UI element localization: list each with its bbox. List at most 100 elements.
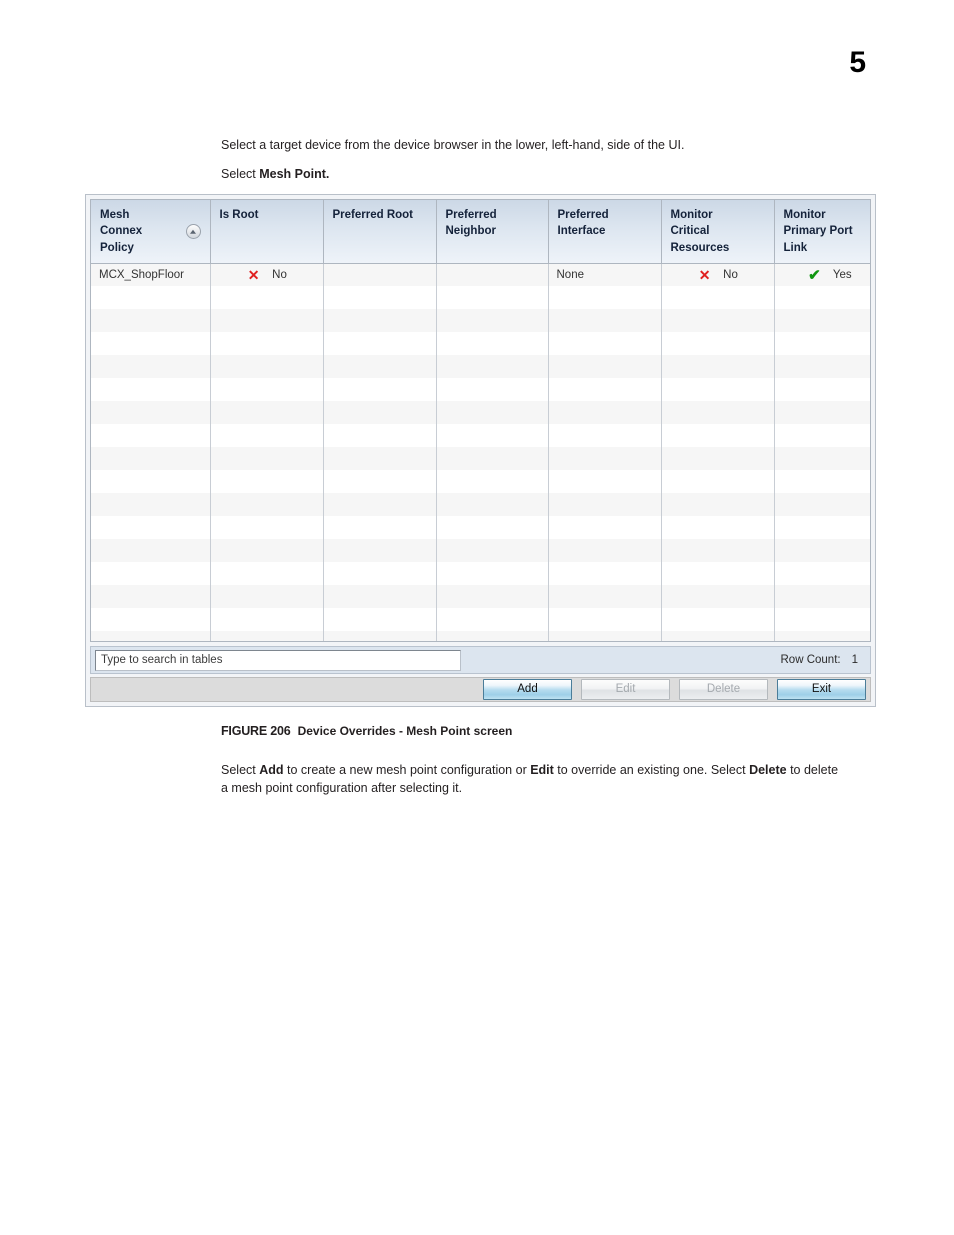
cell-preferred_interface — [548, 401, 662, 425]
cell-is_root — [210, 470, 324, 494]
cell-monitor_critical_resources: ✕ No — [661, 263, 775, 287]
cell-mesh_connex_policy — [91, 401, 211, 425]
cell-preferred_neighbor — [436, 585, 549, 609]
search-input[interactable] — [95, 649, 461, 671]
cell-monitor_primary_port_link — [774, 539, 870, 563]
cell-mesh_connex_policy — [91, 585, 211, 609]
delete-button: Delete — [679, 679, 768, 701]
cell-preferred_neighbor — [436, 378, 549, 402]
cell-monitor_critical_resources — [661, 286, 775, 310]
column-header-4[interactable]: Preferred Interface — [548, 200, 662, 264]
table-row-empty — [91, 470, 870, 494]
cell-preferred_root — [323, 263, 437, 287]
figure-label: FIGURE 206 — [221, 724, 291, 738]
cell-is_root — [210, 332, 324, 356]
row-count: Row Count: 1 — [781, 654, 859, 666]
cell-preferred_root — [323, 332, 437, 356]
cell-preferred_neighbor — [436, 332, 549, 356]
cell-mesh_connex_policy — [91, 447, 211, 471]
cell-monitor_critical_resources — [661, 378, 775, 402]
cell-mesh_connex_policy — [91, 332, 211, 356]
cell-preferred_interface: None — [548, 263, 662, 287]
table-row-empty — [91, 447, 870, 471]
column-header-2[interactable]: Preferred Root — [323, 200, 437, 264]
cell-preferred_neighbor — [436, 355, 549, 379]
cell-value: ✕ No — [219, 268, 315, 282]
column-header-3[interactable]: Preferred Neighbor — [436, 200, 549, 264]
cell-monitor_primary_port_link — [774, 309, 870, 333]
table-row-empty — [91, 355, 870, 379]
cell-value: ✕ No — [670, 268, 766, 282]
cell-monitor_critical_resources — [661, 631, 775, 641]
cell-is_root — [210, 286, 324, 310]
column-header-6[interactable]: Monitor Primary Port Link — [774, 200, 870, 264]
check-icon: ✔ — [808, 266, 821, 284]
cell-monitor_primary_port_link — [774, 286, 870, 310]
cell-preferred_root — [323, 608, 437, 632]
cell-preferred_neighbor — [436, 493, 549, 517]
cell-text: No — [723, 268, 738, 281]
cell-preferred_interface — [548, 332, 662, 356]
cell-preferred_interface — [548, 539, 662, 563]
cell-mesh_connex_policy — [91, 493, 211, 517]
cell-preferred_root — [323, 424, 437, 448]
table-row[interactable]: MCX_ShopFloor ✕ No None ✕ No ✔ Yes — [91, 263, 870, 287]
cell-preferred_root — [323, 631, 437, 641]
table-body: MCX_ShopFloor ✕ No None ✕ No ✔ Yes — [91, 263, 870, 641]
cell-preferred_interface — [548, 493, 662, 517]
cell-mesh_connex_policy — [91, 631, 211, 641]
cell-monitor_primary_port_link — [774, 355, 870, 379]
cell-monitor_primary_port_link — [774, 470, 870, 494]
cell-preferred_neighbor — [436, 562, 549, 586]
cell-monitor_critical_resources — [661, 332, 775, 356]
cell-monitor_primary_port_link — [774, 516, 870, 540]
cell-monitor_critical_resources — [661, 447, 775, 471]
cell-is_root — [210, 608, 324, 632]
cell-preferred_interface — [548, 516, 662, 540]
cell-preferred_neighbor — [436, 516, 549, 540]
mesh-point-table-container: Mesh Connex Policy Is Root Preferred Root P… — [90, 199, 871, 642]
cell-preferred_interface — [548, 608, 662, 632]
cell-mesh_connex_policy — [91, 608, 211, 632]
cell-mesh_connex_policy — [91, 539, 211, 563]
cell-preferred_interface — [548, 631, 662, 641]
cell-monitor_primary_port_link — [774, 447, 870, 471]
intro-line-2-prefix: Select — [221, 167, 260, 181]
cell-preferred_root — [323, 539, 437, 563]
cell-mesh_connex_policy — [91, 286, 211, 310]
outro-seg-2: to create a new mesh point configuration… — [283, 763, 531, 777]
cell-mesh_connex_policy — [91, 516, 211, 540]
cell-preferred_neighbor — [436, 608, 549, 632]
exit-button[interactable]: Exit — [777, 679, 866, 701]
table-row-empty — [91, 631, 870, 641]
column-header-5[interactable]: Monitor Critical Resources — [661, 200, 775, 264]
cell-monitor_primary_port_link — [774, 378, 870, 402]
cell-monitor_critical_resources — [661, 608, 775, 632]
cell-text: Yes — [832, 269, 852, 282]
cell-preferred_root — [323, 493, 437, 517]
cell-preferred_interface — [548, 286, 662, 310]
cell-monitor_critical_resources — [661, 539, 775, 563]
table-row-empty — [91, 562, 870, 586]
add-button[interactable]: Add — [483, 679, 572, 701]
cell-preferred_interface — [548, 585, 662, 609]
row-count-value: 1 — [851, 654, 858, 667]
cell-is_root — [210, 493, 324, 517]
table-row-empty — [91, 378, 870, 402]
cell-monitor_primary_port_link — [774, 493, 870, 517]
cell-is_root — [210, 309, 324, 333]
sort-ascending-icon[interactable] — [185, 224, 201, 239]
column-header-0[interactable]: Mesh Connex Policy — [91, 200, 211, 264]
cell-preferred_interface — [548, 309, 662, 333]
cell-mesh_connex_policy — [91, 562, 211, 586]
table-search-bar: Row Count: 1 — [90, 646, 871, 675]
cell-preferred_interface — [548, 470, 662, 494]
edit-button: Edit — [581, 679, 670, 701]
table-row-empty — [91, 332, 870, 356]
column-header-1[interactable]: Is Root — [210, 200, 324, 264]
table-header: Mesh Connex Policy Is Root Preferred Root P… — [91, 200, 870, 264]
cell-preferred_neighbor — [436, 286, 549, 310]
cell-preferred_root — [323, 355, 437, 379]
intro-line-2: Select Mesh Point. — [221, 165, 329, 183]
cell-preferred_interface — [548, 562, 662, 586]
